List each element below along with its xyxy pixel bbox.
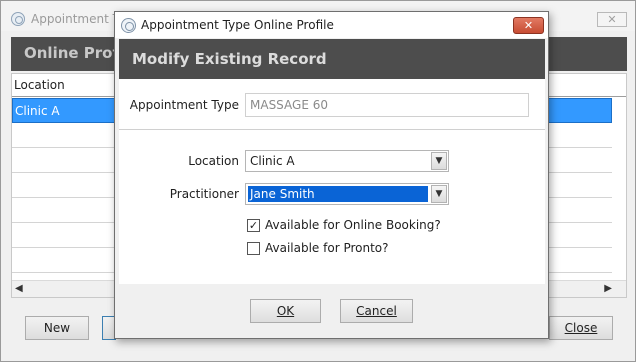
app-logo-icon [121,18,136,33]
online-booking-label[interactable]: Available for Online Booking? [265,218,441,232]
pronto-label[interactable]: Available for Pronto? [265,241,389,255]
close-icon[interactable]: ✕ [513,17,544,34]
app-logo-icon [11,12,25,26]
dialog-form: Appointment Type MASSAGE 60 Location Cli… [119,79,545,284]
dialog-header: Modify Existing Record [119,39,545,79]
check-icon: ✓ [248,219,259,232]
background-close-icon[interactable]: ✕ [597,12,627,27]
cancel-button-label: Cancel [356,304,397,318]
arrow-right-icon[interactable]: ▶ [604,283,612,294]
practitioner-dropdown[interactable]: Jane Smith ▼ [245,183,449,205]
column-header-location: Location [14,78,65,92]
ok-button-label: OK [276,304,295,318]
chevron-down-icon[interactable]: ▼ [431,185,447,203]
chevron-down-icon[interactable]: ▼ [431,152,447,170]
modify-record-dialog: Appointment Type Online Profile ✕ Modify… [114,11,549,339]
arrow-left-icon[interactable]: ◀ [15,283,23,294]
divider [119,129,545,130]
new-button[interactable]: New [25,316,89,340]
cancel-button[interactable]: Cancel [340,299,413,323]
dialog-titlebar: Appointment Type Online Profile ✕ [115,12,548,38]
ok-button[interactable]: OK [250,299,321,323]
dialog-title: Appointment Type Online Profile [141,18,334,32]
online-booking-checkbox[interactable]: ✓ [247,219,260,232]
location-label: Location [188,154,239,168]
appointment-type-label: Appointment Type [129,98,239,112]
location-value: Clinic A [250,154,295,168]
location-dropdown[interactable]: Clinic A ▼ [245,150,449,172]
table-cell: Clinic A [15,104,60,118]
pronto-checkbox[interactable] [247,242,260,255]
close-button-label: Close [564,321,598,335]
practitioner-label: Practitioner [169,187,239,201]
dialog-header-title: Modify Existing Record [132,50,327,68]
practitioner-value: Jane Smith [248,186,428,202]
background-window-title: Appointment Type Online Profile [31,12,121,26]
appointment-type-field: MASSAGE 60 [245,93,529,117]
close-button[interactable]: Close [549,316,613,340]
